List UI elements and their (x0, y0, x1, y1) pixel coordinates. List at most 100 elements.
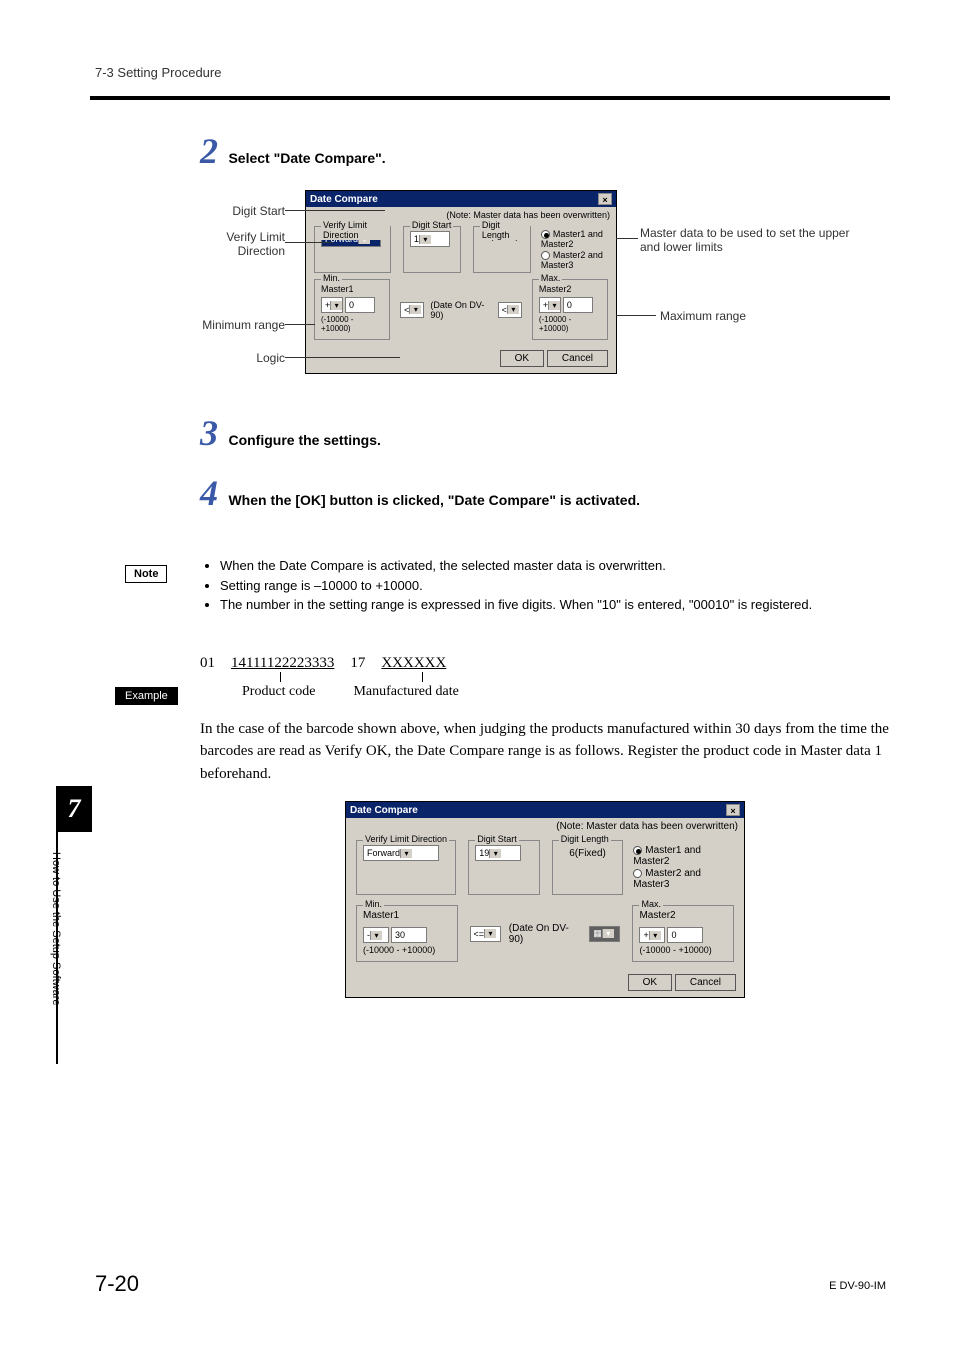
d2-cancel-button[interactable]: Cancel (675, 974, 736, 991)
note-bullet-1: When the Date Compare is activated, the … (220, 556, 890, 576)
note-bullet-3: The number in the setting range is expre… (220, 595, 890, 615)
step4-text: When the [OK] button is clicked, "Date C… (228, 492, 640, 508)
max-value: 0 (567, 300, 572, 310)
calendar-icon: ▦ (593, 928, 602, 939)
footer-doc-id: E DV-90-IM (829, 1280, 886, 1292)
step4-number: 4 (200, 473, 218, 513)
chevron-down-icon: ▾ (548, 301, 560, 310)
page-header: 7-3 Setting Procedure (95, 65, 221, 80)
chevron-down-icon: ▾ (602, 929, 614, 938)
dialog1-titlebar: Date Compare × (306, 191, 616, 207)
d2-min-sign-combo[interactable]: -▾ (363, 927, 389, 943)
fs-verify-dir-legend: Verify Limit Direction (321, 220, 390, 240)
radio-master2-3-label: Master2 and Master3 (541, 250, 603, 270)
min-value: 0 (349, 300, 354, 310)
d2-logic2-combo[interactable]: ▦▾ (589, 926, 620, 942)
radio-icon (541, 230, 550, 239)
chevron-down-icon: ▾ (330, 301, 342, 310)
example-barcode-line: 01 14111122223333 17 XXXXXX (200, 655, 890, 672)
chevron-down-icon: ▾ (489, 849, 501, 858)
chapter-tab: 7 (56, 786, 92, 832)
radio-master2-3[interactable]: Master2 and Master3 (541, 250, 610, 270)
d2-digit-len-legend: Digit Length (559, 834, 611, 844)
chevron-down-icon: ▾ (484, 929, 496, 938)
step3-number: 3 (200, 413, 218, 453)
d2-max-value: 0 (671, 930, 676, 940)
label-verify-limit-direction: Verify Limit Direction (190, 230, 285, 258)
d2-logic1-value: <= (474, 929, 485, 939)
chevron-down-icon: ▾ (400, 849, 412, 858)
d2-radio-master2-3[interactable]: Master2 and Master3 (633, 868, 736, 890)
ex-b: 14111122223333 (231, 655, 334, 672)
radio-master1-2-label: Master1 and Master2 (541, 229, 603, 249)
date-compare-dialog-2: Date Compare × (Note: Master data has be… (345, 801, 745, 998)
min-sign-combo[interactable]: +▾ (321, 297, 343, 313)
d2-ok-button[interactable]: OK (628, 974, 672, 991)
dialog1-title: Date Compare (310, 194, 378, 205)
fs-max-legend: Max. (539, 273, 563, 283)
radio-icon (633, 869, 642, 878)
d2-min-value-input[interactable]: 30 (391, 927, 427, 943)
dialog2-title: Date Compare (350, 805, 418, 816)
d2-min-legend: Min. (363, 899, 384, 909)
logic1-combo[interactable]: <▾ (400, 302, 424, 318)
header-rule (90, 96, 890, 100)
note-box: Note (125, 565, 167, 583)
min-master: Master1 (321, 284, 383, 294)
close-icon[interactable]: × (726, 804, 740, 816)
d2-radio-master1-2[interactable]: Master1 and Master2 (633, 845, 736, 867)
ex-c: 17 (350, 655, 365, 672)
example-paragraph: In the case of the barcode shown above, … (200, 718, 890, 786)
d2-min-range-text: (-10000 - +10000) (363, 945, 451, 955)
label-digit-start: Digit Start (190, 204, 285, 218)
cancel-button[interactable]: Cancel (547, 350, 608, 367)
close-icon[interactable]: × (598, 193, 612, 205)
d2-min-master: Master1 (363, 910, 451, 921)
example-box: Example (115, 687, 178, 705)
radio-icon (541, 251, 550, 260)
step2-number: 2 (200, 131, 218, 171)
d2-min-value: 30 (395, 930, 405, 940)
chevron-down-icon: ▾ (649, 931, 661, 940)
d2-radio-master2-3-label: Master2 and Master3 (633, 868, 701, 890)
label-min-range: Minimum range (170, 318, 285, 332)
label-master-data: Master data to be used to set the upper … (640, 226, 850, 254)
max-range-text: (-10000 - +10000) (539, 315, 601, 333)
d2-max-range-text: (-10000 - +10000) (639, 945, 727, 955)
max-value-input[interactable]: 0 (563, 297, 593, 313)
chevron-down-icon: ▾ (419, 235, 431, 244)
note-bullet-2: Setting range is –10000 to +10000. (220, 576, 890, 596)
d2-max-value-input[interactable]: 0 (667, 927, 703, 943)
step-2: 2 Select "Date Compare". (200, 130, 890, 172)
dialog2-titlebar: Date Compare × (346, 802, 744, 818)
chevron-down-icon: ▾ (370, 931, 382, 940)
d2-verify-dir-combo[interactable]: Forward▾ (363, 845, 439, 861)
d2-logic1-combo[interactable]: <=▾ (470, 926, 501, 942)
fs-min-legend: Min. (321, 273, 342, 283)
d2-digit-start-combo[interactable]: 19▾ (475, 845, 521, 861)
max-sign-combo[interactable]: +▾ (539, 297, 561, 313)
chapter-title: How to Use the Setup Software (50, 852, 62, 1052)
d2-digit-start-legend: Digit Start (475, 834, 519, 844)
min-value-input[interactable]: 0 (345, 297, 375, 313)
d2-radio-master1-2-label: Master1 and Master2 (633, 845, 701, 867)
radio-master1-2[interactable]: Master1 and Master2 (541, 229, 610, 249)
chevron-down-icon: ▾ (507, 305, 519, 314)
logic2-combo[interactable]: <▾ (498, 302, 522, 318)
d2-digit-start-value: 19 (479, 848, 489, 858)
d2-digit-length-value: 6(Fixed) (559, 845, 617, 859)
step2-text: Select "Date Compare". (228, 150, 385, 166)
d2-max-master: Master2 (639, 910, 727, 921)
label-max-range: Maximum range (660, 309, 810, 323)
fs-digit-start-legend: Digit Start (410, 220, 454, 230)
ex-d: XXXXXX (381, 655, 446, 672)
d2-verify-dir-legend: Verify Limit Direction (363, 834, 449, 844)
d2-max-sign-combo[interactable]: +▾ (639, 927, 665, 943)
ok-button[interactable]: OK (500, 350, 544, 367)
label-logic: Logic (190, 351, 285, 365)
d2-verify-dir-value: Forward (367, 848, 400, 858)
radio-icon (633, 846, 642, 855)
digit-start-combo[interactable]: 1▾ (410, 231, 450, 247)
center-date-label: (Date On DV-90) (430, 300, 491, 320)
footer-page-number: 7-20 (95, 1271, 139, 1297)
